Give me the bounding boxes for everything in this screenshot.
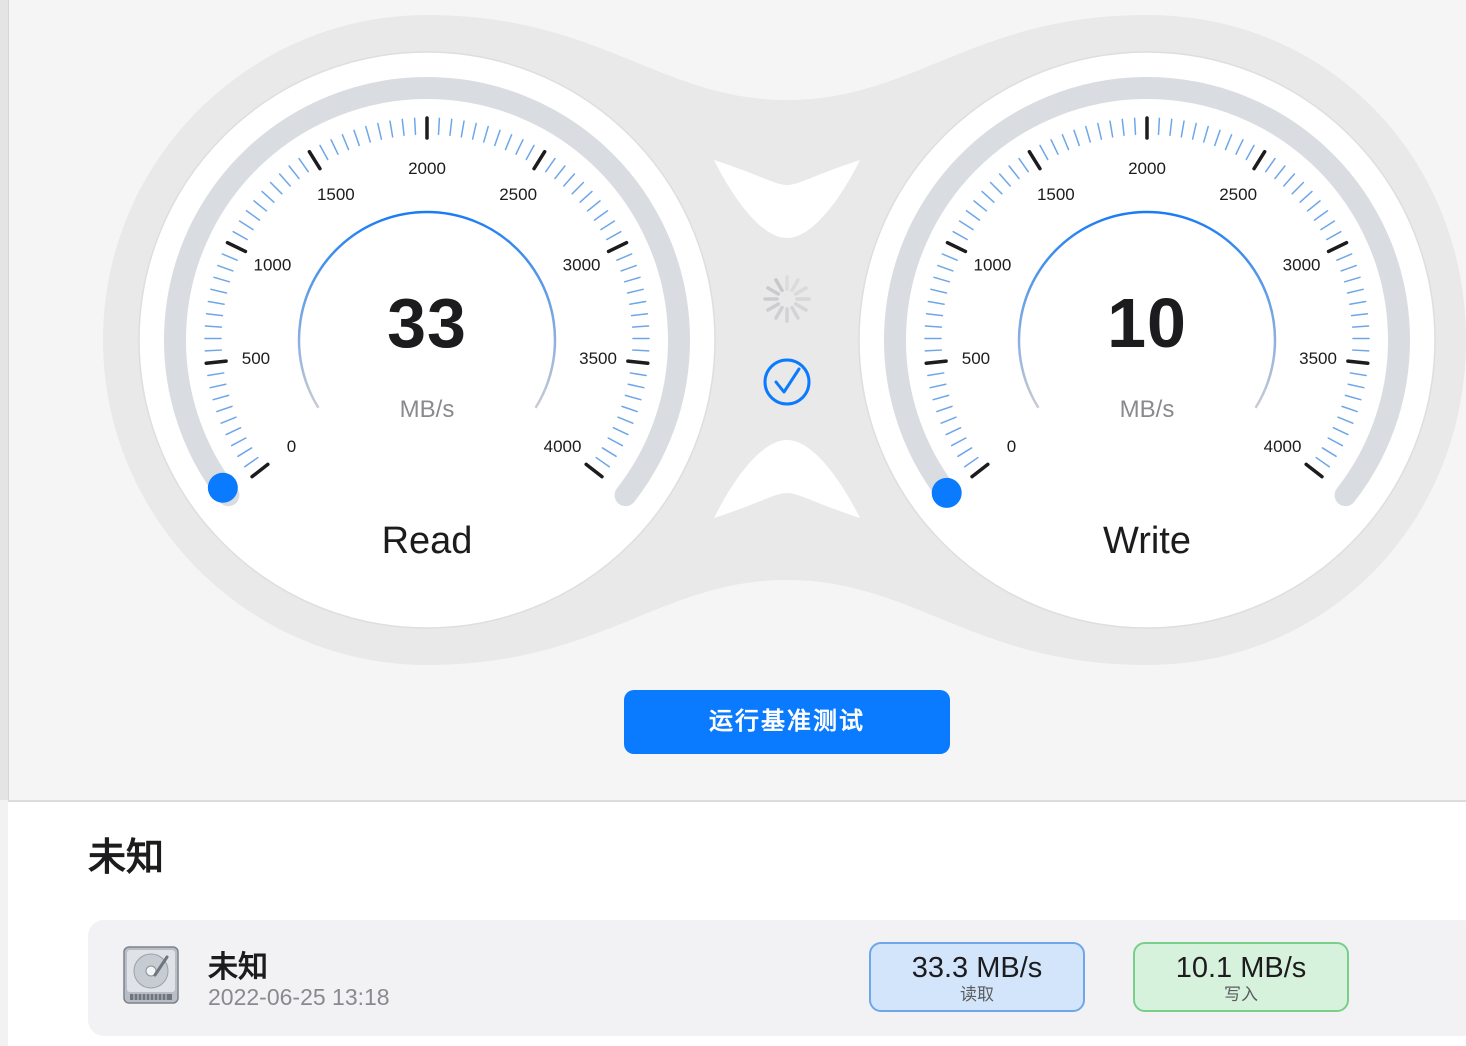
- hard-drive-icon: [123, 946, 179, 1004]
- minor-tick: [204, 325, 223, 328]
- minor-tick: [632, 349, 650, 352]
- tick-label: 4000: [544, 437, 582, 456]
- tick-label: 2500: [499, 185, 537, 204]
- write-result-label: 写入: [1224, 985, 1258, 1004]
- value-knob: [931, 477, 962, 508]
- tick-label: 4000: [1264, 437, 1302, 456]
- tick-label: 1500: [1037, 185, 1075, 204]
- minor-tick: [1157, 117, 1161, 136]
- tick-label: 500: [242, 349, 270, 368]
- major-tick: [626, 359, 650, 365]
- result-date: 2022-06-25 13:18: [208, 984, 390, 1010]
- major-tick: [1346, 359, 1370, 365]
- write-value: 10: [1107, 284, 1187, 362]
- read-unit: MB/s: [399, 396, 455, 423]
- tick-label: 1000: [973, 256, 1011, 275]
- read-result-badge: 33.3 MB/s 读取: [869, 942, 1085, 1012]
- tick-label: 2500: [1219, 185, 1257, 204]
- write-label: Write: [1103, 520, 1191, 562]
- read-result-value: 33.3 MB/s: [911, 952, 1043, 984]
- tick-label: 1000: [253, 256, 291, 275]
- minor-tick: [1352, 349, 1370, 352]
- minor-tick: [1351, 325, 1370, 328]
- tick-label: 3000: [1283, 256, 1321, 275]
- tick-label: 2000: [1128, 159, 1166, 178]
- minor-tick: [437, 117, 441, 136]
- tick-label: 3000: [563, 256, 601, 275]
- run-benchmark-button[interactable]: 运行基准测试: [624, 690, 950, 754]
- tick-label: 3500: [579, 349, 617, 368]
- minor-tick: [924, 349, 942, 352]
- major-tick: [204, 359, 228, 365]
- tick-label: 2000: [408, 159, 446, 178]
- tick-label: 0: [287, 437, 296, 456]
- minor-tick: [204, 349, 222, 352]
- write-unit: MB/s: [1119, 396, 1175, 423]
- result-name: 未知: [208, 951, 268, 984]
- minor-tick: [1133, 117, 1137, 136]
- section-title: 未知: [88, 837, 165, 879]
- write-result-value: 10.1 MB/s: [1175, 952, 1307, 984]
- tick-label: 500: [962, 349, 990, 368]
- major-tick: [924, 359, 948, 365]
- minor-tick: [924, 325, 943, 328]
- tick-label: 1500: [317, 185, 355, 204]
- minor-tick: [413, 117, 417, 136]
- read-label: Read: [381, 520, 473, 562]
- minor-tick: [631, 325, 650, 328]
- tick-label: 3500: [1299, 349, 1337, 368]
- read-result-label: 读取: [960, 985, 994, 1004]
- tick-label: 0: [1007, 437, 1016, 456]
- value-knob: [207, 472, 238, 503]
- read-value: 33: [387, 284, 467, 362]
- write-result-badge: 10.1 MB/s 写入: [1133, 942, 1349, 1012]
